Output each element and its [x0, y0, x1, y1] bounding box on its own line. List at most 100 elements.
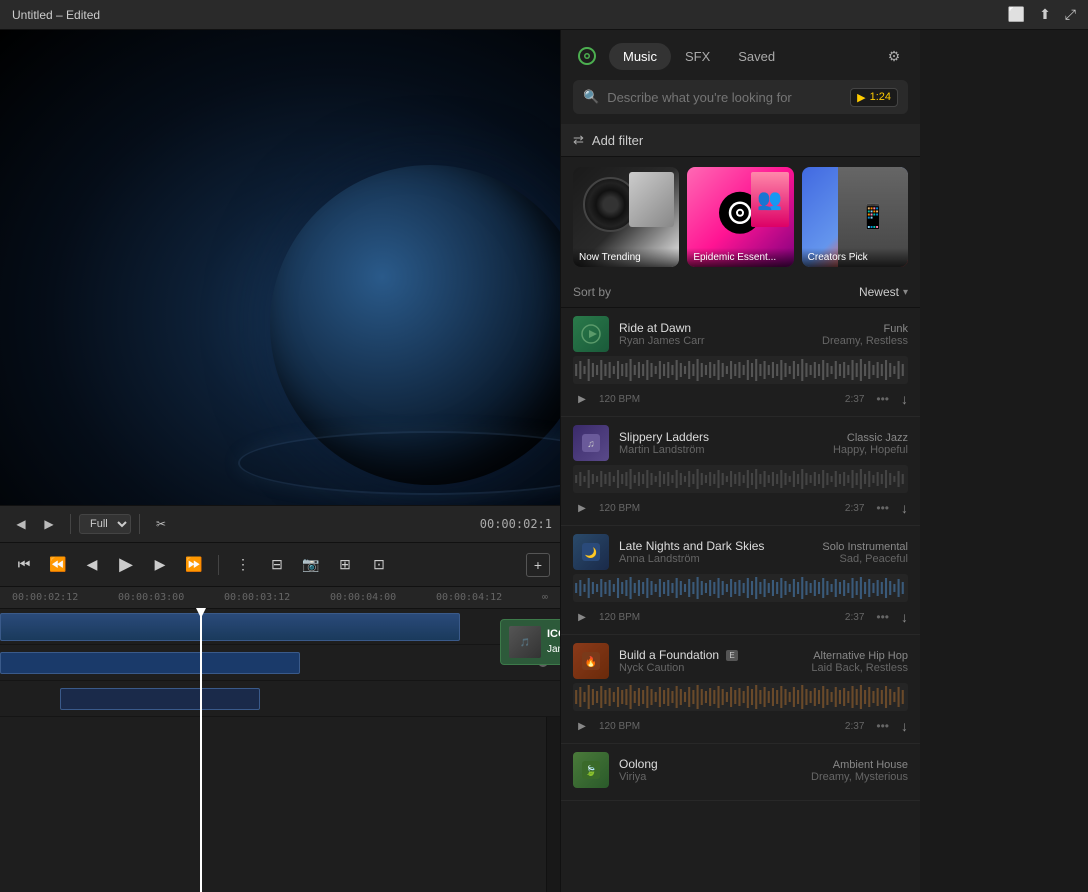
track-genre-4: Alternative Hip Hop [813, 650, 908, 662]
play-btn[interactable]: ▶ [112, 551, 140, 579]
svg-text:🍃: 🍃 [585, 764, 597, 777]
filter-row[interactable]: ⇄ Add filter [561, 124, 920, 157]
track-title-row-4: Build a Foundation E Alternative Hip Hop [619, 648, 908, 662]
search-input[interactable] [607, 90, 842, 105]
category-card-epidemic[interactable]: 👥 Epidemic Essent... [687, 167, 793, 267]
track-art-ride [573, 316, 609, 352]
quality-select[interactable]: Full 1/2 1/4 [79, 514, 131, 534]
track-artist-1: Ryan James Carr [619, 335, 705, 347]
track-title-row-2: Slippery Ladders Classic Jazz [619, 430, 908, 444]
track-menu-2[interactable]: ••• [872, 501, 893, 515]
track-menu-3[interactable]: ••• [872, 610, 893, 624]
tab-music[interactable]: Music [609, 43, 671, 70]
sort-dropdown[interactable]: Newest ▾ [859, 285, 908, 299]
track-menu-4[interactable]: ••• [872, 719, 893, 733]
video-preview [0, 30, 560, 505]
toolbar-btn-tool[interactable]: ✂ [148, 511, 174, 537]
trim-btn[interactable]: ⊟ [263, 551, 291, 579]
crop-btn[interactable]: ⊞ [331, 551, 359, 579]
popup-title: ICON [547, 627, 560, 642]
track-audio-2 [0, 681, 560, 717]
fullscreen-icon[interactable]: ⤢ [1065, 6, 1076, 23]
track-duration-4: 2:37 [845, 721, 864, 732]
track-video-1 [0, 609, 560, 645]
epidemic-label: Epidemic Essent... [687, 248, 793, 267]
track-genre-2: Classic Jazz [847, 432, 908, 444]
track-artist-5: Viriya [619, 771, 646, 783]
mini-play-3[interactable]: ▶ [573, 608, 591, 626]
track-genre-3: Solo Instrumental [822, 541, 908, 553]
track-add-3[interactable]: ↓ [901, 609, 908, 625]
track-art-oolong: 🍃 [573, 752, 609, 788]
toolbar-separator-2 [139, 514, 140, 534]
prev-frame-btn[interactable]: ⏪ [44, 551, 72, 579]
track-tags-4: Laid Back, Restless [811, 662, 908, 674]
search-row: 🔍 ▶ 1:24 [573, 80, 908, 114]
video-background [0, 30, 560, 505]
skip-to-start-btn[interactable]: ⏮ [10, 551, 38, 579]
window-icon[interactable]: ⬜ [1008, 6, 1025, 23]
mini-play-2[interactable]: ▶ [573, 499, 591, 517]
audio-clip-1[interactable] [0, 652, 300, 674]
track-art-2: ♫ [573, 425, 609, 461]
playback-row-2: ▶ 120 BPM 2:37 ••• ↓ [573, 497, 908, 517]
step-back-btn[interactable]: ◀ [78, 551, 106, 579]
track-add-4[interactable]: ↓ [901, 718, 908, 734]
track-title-3: Late Nights and Dark Skies [619, 539, 764, 553]
track-title-row-5: Oolong Ambient House [619, 757, 908, 771]
track-title-row-3: Late Nights and Dark Skies Solo Instrume… [619, 539, 908, 553]
mini-play-1[interactable]: ▶ [573, 390, 591, 408]
track-popup: 🎵 ICON Janset [500, 619, 560, 665]
playback-row-4: ▶ 120 BPM 2:37 ••• ↓ [573, 715, 908, 735]
track-title-2: Slippery Ladders [619, 430, 709, 444]
snapshot-btn[interactable]: 📷 [297, 551, 325, 579]
split-btn[interactable]: ⋮ [229, 551, 257, 579]
playback-controls: ⏮ ⏪ ◀ ▶ ▶ ⏩ ⋮ ⊟ 📷 ⊞ ⊡ + [0, 543, 560, 587]
video-clip-1[interactable] [0, 613, 460, 641]
mini-play-4[interactable]: ▶ [573, 717, 591, 735]
toolbar-group-left: ◀ ▶ [8, 511, 62, 537]
tab-saved[interactable]: Saved [724, 43, 789, 70]
track-menu-1[interactable]: ••• [872, 392, 893, 406]
explicit-badge-4: E [726, 650, 737, 661]
ruler-mark-6: ∞ [542, 592, 548, 603]
track-info-5: Oolong Ambient House Viriya Dreamy, Myst… [619, 757, 908, 783]
epidemic-figure: 👥 [751, 172, 789, 227]
track-list: Ride at Dawn Funk Ryan James Carr Dreamy… [561, 308, 920, 892]
track-genre-1: Funk [884, 323, 908, 335]
category-card-trending[interactable]: Now Trending [573, 167, 679, 267]
waveform-2 [573, 465, 908, 493]
toolbar-btn-back[interactable]: ◀ [8, 511, 34, 537]
transform-btn[interactable]: ⊡ [365, 551, 393, 579]
track-top-2: ♫ Slippery Ladders Classic Jazz Martin L… [573, 425, 908, 461]
track-title-4: Build a Foundation E [619, 648, 738, 662]
track-top-4: 🔥 Build a Foundation E Alternative Hip H… [573, 643, 908, 679]
add-element-btn[interactable]: + [526, 553, 550, 577]
svg-text:🌙: 🌙 [585, 546, 597, 559]
audio-clip-2[interactable] [60, 688, 260, 710]
track-art-5: 🍃 [573, 752, 609, 788]
track-title-1: Ride at Dawn [619, 321, 691, 335]
settings-btn[interactable]: ⚙ [880, 42, 908, 70]
track-tags-1: Dreamy, Restless [822, 335, 908, 347]
track-art-4: 🔥 [573, 643, 609, 679]
track-info-2: Slippery Ladders Classic Jazz Martin Lan… [619, 430, 908, 456]
track-artist-row-3: Anna Landström Sad, Peaceful [619, 553, 908, 565]
track-info-1: Ride at Dawn Funk Ryan James Carr Dreamy… [619, 321, 908, 347]
toolbar-btn-forward[interactable]: ▶ [36, 511, 62, 537]
top-bar: Untitled – Edited ⬜ ⬆ ⤢ [0, 0, 1088, 30]
track-art-1 [573, 316, 609, 352]
track-add-2[interactable]: ↓ [901, 500, 908, 516]
next-frame-btn[interactable]: ⏩ [180, 551, 208, 579]
export-icon[interactable]: ⬆ [1039, 6, 1051, 23]
step-forward-btn[interactable]: ▶ [146, 551, 174, 579]
music-logo-row: Music SFX Saved ⚙ [573, 42, 908, 70]
category-card-creators[interactable]: 📱 Creators Pick [802, 167, 908, 267]
tab-sfx[interactable]: SFX [671, 43, 724, 70]
toolbar-separator-1 [70, 514, 71, 534]
search-icon: 🔍 [583, 89, 599, 105]
timeline-playhead[interactable] [200, 609, 202, 892]
playback-sep-1 [218, 555, 219, 575]
track-add-1[interactable]: ↓ [901, 391, 908, 407]
search-time-badge[interactable]: ▶ 1:24 [850, 88, 898, 107]
